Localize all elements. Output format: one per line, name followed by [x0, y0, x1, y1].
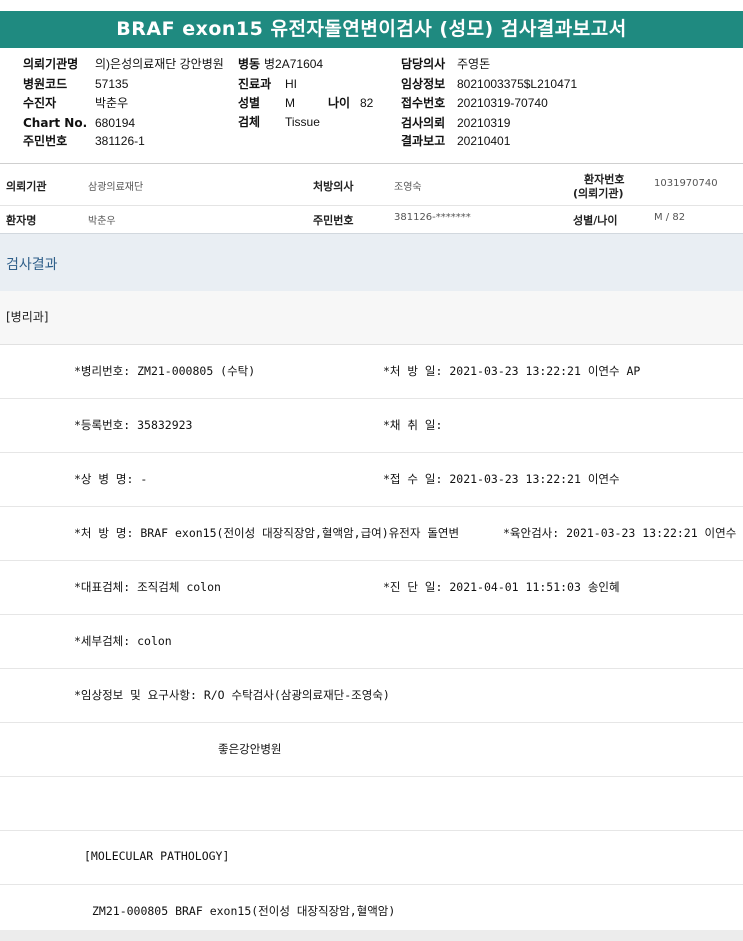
specimen-label: 검체: [238, 115, 261, 129]
chart-label: Chart No.: [23, 116, 88, 130]
gross-exam: *육안검사: 2021-03-23 13:22:21 이연수: [503, 526, 737, 540]
result-row: *임상정보 및 요구사항: R/O 수탁검사(삼광의료재단-조영숙): [0, 669, 743, 723]
resident-value: 381126-1: [95, 134, 145, 148]
path-no: *병리번호: ZM21-000805 (수탁): [74, 364, 256, 378]
collect-date: *채 취 일:: [383, 418, 443, 432]
ward-label: 병동: [238, 57, 261, 71]
info-prescriber-value: 조영숙: [394, 182, 422, 193]
info-name-value: 박춘우: [88, 216, 116, 227]
main-specimen: *대표검체: 조직검체 colon: [74, 580, 221, 594]
info-sexage-value: M / 82: [654, 212, 686, 223]
result-row: *세부검체: colon: [0, 615, 743, 669]
info-institution-label: 의뢰기관: [6, 180, 47, 193]
result-row: 좋은강안병원: [0, 723, 743, 777]
receipt-label: 접수번호: [401, 96, 446, 110]
reg-no: *등록번호: 35832923: [74, 418, 193, 432]
patient-value: 박춘우: [95, 96, 129, 110]
dept-label: [병리과]: [6, 310, 49, 324]
result-row: *대표검체: 조직검체 colon *진 단 일: 2021-04-01 11:…: [0, 561, 743, 615]
clinical-label: 임상정보: [401, 77, 446, 91]
molecular-header: [MOLECULAR PATHOLOGY]: [84, 849, 230, 863]
sex-label: 성별: [238, 96, 261, 110]
age-label: 나이: [328, 96, 351, 110]
receive-date: *접 수 일: 2021-03-23 13:22:21 이연수: [383, 472, 620, 486]
diagnosis: *상 병 명: -: [74, 472, 148, 486]
diag-date: *진 단 일: 2021-04-01 11:51:03 송인혜: [383, 580, 620, 594]
info-divider: [0, 205, 743, 206]
info-patient-no-sublabel: (의뢰기관): [573, 187, 624, 200]
order-date: *처 방 일: 2021-03-23 13:22:21 이연수 AP: [383, 364, 641, 378]
info-patient-no-value: 1031970740: [654, 178, 718, 189]
request-value: 20210319: [457, 116, 511, 130]
sub-specimen: *세부검체: colon: [74, 634, 172, 648]
sex-value: M: [285, 96, 295, 110]
resident-label: 주민번호: [23, 134, 68, 148]
result-row: *상 병 명: - *접 수 일: 2021-03-23 13:22:21 이연…: [0, 453, 743, 507]
order-name: *처 방 명: BRAF exon15(전이성 대장직장암,혈액암,급여)유전자…: [74, 526, 460, 540]
request-label: 검사의뢰: [401, 116, 446, 130]
institution-label: 의뢰기관명: [23, 57, 79, 71]
doctor-label: 담당의사: [401, 57, 446, 71]
specimen-value: Tissue: [285, 115, 320, 129]
info-resident-value: 381126-*******: [394, 212, 471, 223]
result-row: *처 방 명: BRAF exon15(전이성 대장직장암,혈액암,급여)유전자…: [0, 507, 743, 561]
result-row: *등록번호: 35832923 *채 취 일:: [0, 399, 743, 453]
report-date-value: 20210401: [457, 134, 511, 148]
result-row: ZM21-000805 BRAF exon15(전이성 대장직장암,혈액암): [0, 885, 743, 930]
result-section-title: 검사결과: [6, 257, 58, 273]
molecular-line: ZM21-000805 BRAF exon15(전이성 대장직장암,혈액암): [92, 904, 396, 918]
hospital-code-value: 57135: [95, 77, 129, 91]
report-date-label: 결과보고: [401, 134, 446, 148]
dept-label: 진료과: [238, 77, 272, 91]
info-sexage-label: 성별/나이: [573, 214, 618, 227]
info-resident-label: 주민번호: [313, 214, 354, 227]
dept-value: HI: [285, 77, 297, 91]
info-name-label: 환자명: [6, 214, 37, 227]
header-divider: [0, 163, 743, 164]
info-institution-value: 삼광의료재단: [88, 182, 144, 193]
result-row-empty: [0, 777, 743, 831]
clinical-request: *임상정보 및 요구사항: R/O 수탁검사(삼광의료재단-조영숙): [74, 688, 390, 702]
chart-value: 680194: [95, 116, 136, 130]
institution-value: 의)은성의료재단 강안병원: [95, 57, 224, 71]
result-row: [MOLECULAR PATHOLOGY]: [0, 831, 743, 885]
report-title: BRAF exon15 유전자돌연변이검사 (성모) 검사결과보고서: [0, 11, 743, 48]
info-prescriber-label: 처방의사: [313, 180, 354, 193]
clinical-value: 8021003375$L210471: [457, 77, 578, 91]
doctor-value: 주영돈: [457, 57, 491, 71]
hospital-code-label: 병원코드: [23, 77, 68, 91]
receipt-value: 20210319-70740: [457, 96, 548, 110]
age-value: 82: [360, 96, 374, 110]
result-section-header: 검사결과: [0, 233, 743, 292]
patient-label: 수진자: [23, 96, 57, 110]
ward-value: 병2A71604: [264, 57, 324, 71]
dept-header: [병리과]: [0, 291, 743, 345]
result-row: *병리번호: ZM21-000805 (수탁) *처 방 일: 2021-03-…: [0, 345, 743, 399]
horizontal-scrollbar[interactable]: [0, 930, 743, 941]
hospital-name: 좋은강안병원: [218, 742, 282, 756]
